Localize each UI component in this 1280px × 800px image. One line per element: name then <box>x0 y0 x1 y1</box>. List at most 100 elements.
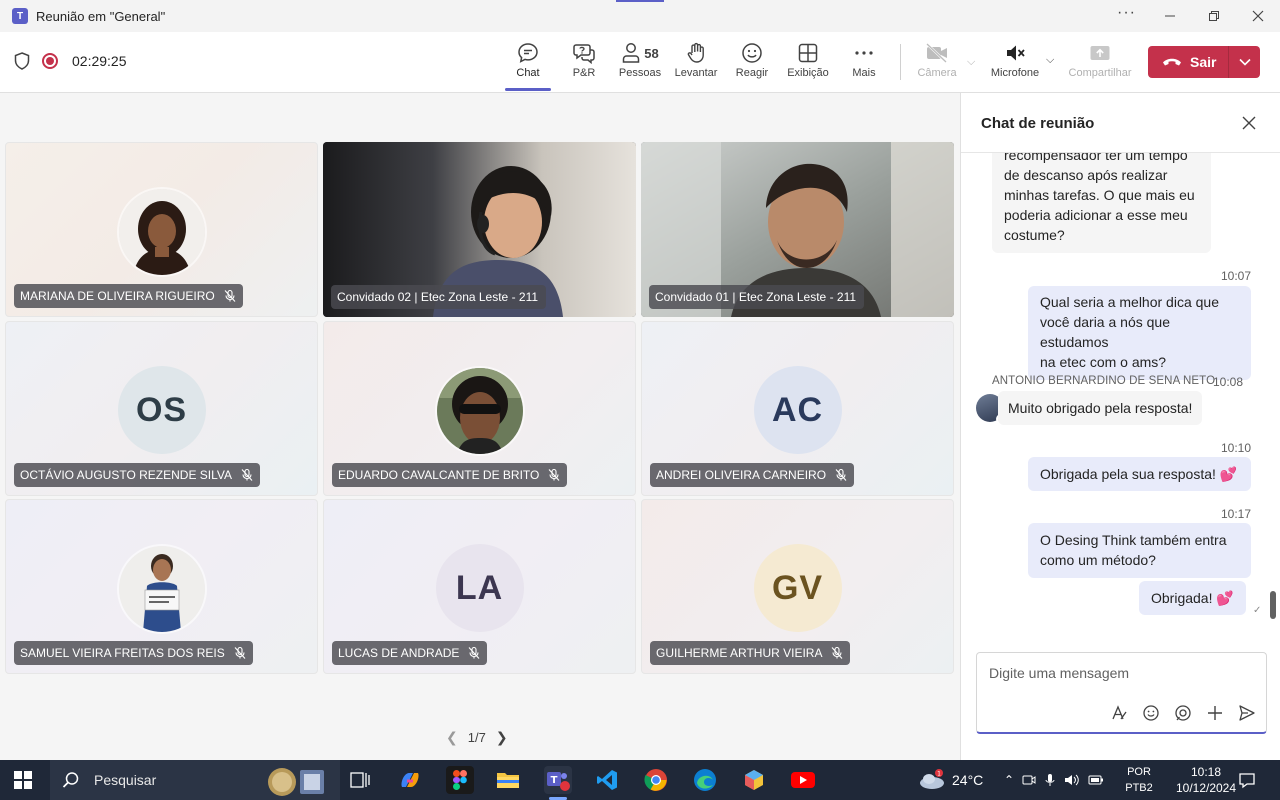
more-options-icon[interactable]: ··· <box>1117 4 1136 22</box>
chat-message-list[interactable]: recompensador ter um tempo de descanso a… <box>961 153 1280 643</box>
task-view-icon[interactable] <box>346 766 374 794</box>
close-icon[interactable] <box>1241 115 1257 131</box>
message-line: Qual seria a melhor dica que <box>1040 294 1219 310</box>
youtube-icon[interactable] <box>789 766 817 794</box>
participant-tile[interactable]: MARIANA DE OLIVEIRA RIGUEIRO <box>5 142 318 317</box>
vscode-icon[interactable] <box>593 766 621 794</box>
battery-icon[interactable] <box>1088 773 1104 787</box>
toolbar-separator <box>900 44 901 80</box>
minimize-button[interactable] <box>1148 0 1192 32</box>
participant-tile[interactable]: GV GUILHERME ARTHUR VIEIRA <box>641 499 954 674</box>
camera-options-chevron-icon[interactable]: ⌵ <box>967 56 975 69</box>
previous-page-chevron-icon[interactable]: ❮ <box>446 729 458 746</box>
next-page-chevron-icon[interactable]: ❯ <box>496 729 508 746</box>
share-button[interactable]: Compartilhar <box>1069 40 1131 79</box>
people-button[interactable]: 58 Pessoas <box>612 40 668 79</box>
teams-taskbar-icon[interactable]: T <box>544 766 572 794</box>
message-line: costume? <box>1004 227 1065 243</box>
weather-widget[interactable]: 1 24°C <box>918 760 983 800</box>
copilot-icon[interactable] <box>396 766 424 794</box>
leave-options-chevron-icon[interactable] <box>1229 58 1260 66</box>
avatar-initials: AC <box>753 366 842 454</box>
view-button[interactable]: Exibição <box>780 40 836 79</box>
edge-icon[interactable] <box>691 766 719 794</box>
participant-tile[interactable]: SAMUEL VIEIRA FREITAS DOS REIS <box>5 499 318 674</box>
chat-message[interactable]: recompensador ter um tempo de descanso a… <box>992 153 1211 253</box>
participant-tile[interactable]: AC ANDREI OLIVEIRA CARNEIRO <box>641 321 954 496</box>
language-code: POR <box>1127 766 1151 778</box>
camera-button[interactable]: Câmera <box>909 40 965 79</box>
message-line: Obrigada pela sua resposta! <box>1040 466 1216 482</box>
mic-off-icon <box>468 646 480 659</box>
react-button[interactable]: Reagir <box>724 40 780 79</box>
participant-tile[interactable]: EDUARDO CAVALCANTE DE BRITO <box>323 321 636 496</box>
mic-options-chevron-icon[interactable]: ⌵ <box>1046 54 1054 67</box>
avatar <box>436 368 523 454</box>
chat-message[interactable]: Qual seria a melhor dica que você daria … <box>1028 286 1251 380</box>
window-title: Reunião em "General" <box>36 8 166 24</box>
qa-button[interactable]: P&R <box>556 40 612 79</box>
chat-scrollbar[interactable] <box>1270 591 1276 619</box>
recording-icon <box>42 53 58 69</box>
chat-button[interactable]: Chat <box>500 40 556 79</box>
participant-name-tag: ANDREI OLIVEIRA CARNEIRO <box>650 463 855 487</box>
taskbar-clock[interactable]: 10:18 10/12/2024 <box>1174 764 1238 796</box>
chat-icon <box>518 43 538 63</box>
restore-button[interactable] <box>1192 0 1236 32</box>
message-line: você daria a nós que estudamos <box>1040 314 1170 350</box>
microphone-button[interactable]: Microfone <box>987 40 1043 79</box>
send-icon[interactable] <box>1238 704 1256 722</box>
leave-button[interactable]: Sair <box>1148 46 1260 78</box>
figma-icon[interactable] <box>446 766 474 794</box>
speaker-icon[interactable] <box>1064 773 1080 787</box>
windows-start-icon[interactable] <box>14 771 32 789</box>
participant-name: Convidado 02 | Etec Zona Leste - 211 <box>337 290 539 304</box>
chat-message[interactable]: Muito obrigado pela resposta! <box>998 391 1203 425</box>
emoji-icon[interactable] <box>1142 704 1160 722</box>
message-timestamp: 10:17 <box>1220 507 1251 521</box>
taskbar-search[interactable]: Pesquisar <box>50 760 340 800</box>
participant-name: GUILHERME ARTHUR VIEIRA <box>656 646 823 660</box>
smiley-icon <box>742 43 762 63</box>
more-button[interactable]: Mais <box>836 40 892 79</box>
participant-video-tile[interactable]: Convidado 02 | Etec Zona Leste - 211 <box>323 142 636 317</box>
file-explorer-icon[interactable] <box>494 766 522 794</box>
search-highlight-icon <box>264 764 328 798</box>
share-button-label: Compartilhar <box>1068 67 1132 79</box>
chat-message[interactable]: Obrigada! 💕 <box>1139 581 1246 615</box>
close-window-button[interactable] <box>1236 0 1280 32</box>
raise-hand-icon <box>687 42 704 63</box>
chevron-up-icon[interactable]: ⌃ <box>1004 773 1014 787</box>
clock-time: 10:18 <box>1190 765 1222 779</box>
chat-message[interactable]: Obrigada pela sua resposta! 💕 <box>1028 457 1251 491</box>
message-input-placeholder: Digite uma mensagem <box>989 665 1130 681</box>
shield-icon[interactable] <box>14 52 30 70</box>
raise-hand-label: Levantar <box>674 67 718 79</box>
message-line: como um método? <box>1040 552 1156 568</box>
chat-panel-title: Chat de reunião <box>981 115 1095 132</box>
format-text-icon[interactable] <box>1110 704 1128 722</box>
chat-message[interactable]: O Desing Think também entra como um méto… <box>1028 523 1251 578</box>
add-icon[interactable] <box>1206 704 1224 722</box>
message-line: Muito obrigado pela resposta! <box>1008 400 1193 416</box>
microphone-tray-icon[interactable] <box>1044 773 1056 787</box>
video-stage: MARIANA DE OLIVEIRA RIGUEIRO Convidado 0… <box>0 93 960 760</box>
message-composer[interactable]: Digite uma mensagem <box>976 652 1267 734</box>
app-cube-icon[interactable] <box>740 766 768 794</box>
input-language[interactable]: POR PTB2 <box>1124 764 1154 796</box>
camera-tray-icon[interactable] <box>1022 773 1036 787</box>
page-indicator: 1/7 <box>467 730 486 745</box>
participant-name-tag: EDUARDO CAVALCANTE DE BRITO <box>332 463 568 487</box>
participant-tile[interactable]: OS OCTÁVIO AUGUSTO REZENDE SILVA <box>5 321 318 496</box>
avatar-initials: GV <box>753 544 842 632</box>
participant-tile[interactable]: LA LUCAS DE ANDRADE <box>323 499 636 674</box>
heart-emoji: 💕 <box>1216 590 1234 606</box>
loop-icon[interactable] <box>1174 704 1192 722</box>
more-dots-icon <box>855 51 873 55</box>
participant-video-tile[interactable]: Convidado 01 | Etec Zona Leste - 211 <box>641 142 954 317</box>
speaker-muted-icon <box>1007 45 1025 61</box>
message-sender: ANTONIO BERNARDINO DE SENA NETO <box>992 375 1216 387</box>
raise-hand-button[interactable]: Levantar <box>668 40 724 79</box>
notifications-icon[interactable] <box>1238 771 1256 789</box>
chrome-icon[interactable] <box>642 766 670 794</box>
